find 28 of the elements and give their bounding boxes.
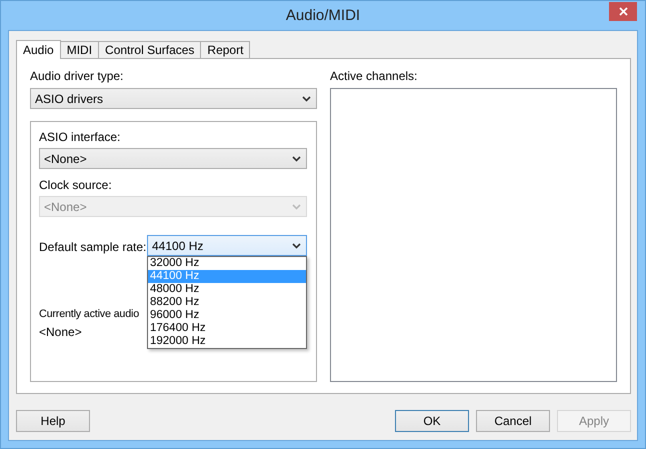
- chevron-icon: [292, 204, 301, 210]
- chevron-icon: [292, 242, 301, 248]
- dropdown-option[interactable]: 88200 Hz: [148, 296, 306, 309]
- dropdown-option[interactable]: 48000 Hz: [148, 283, 306, 296]
- sample-rate-dropdown[interactable]: 44100 Hz: [147, 235, 307, 256]
- dropdown-option[interactable]: 96000 Hz: [148, 309, 306, 322]
- field-label: ASIO interface:: [39, 130, 120, 145]
- device-value: <None>: [39, 325, 82, 340]
- dropdown-option[interactable]: 176400 Hz: [148, 322, 306, 335]
- chevron-icon: [292, 156, 301, 162]
- dialog-button[interactable]: Cancel: [476, 410, 550, 432]
- window-title: Audio/MIDI: [286, 7, 360, 24]
- tab[interactable]: Audio: [16, 40, 61, 59]
- close-icon: [618, 7, 628, 16]
- driver-type-dropdown[interactable]: ASIO drivers: [30, 88, 317, 109]
- dropdown-option[interactable]: 192000 Hz: [148, 335, 306, 348]
- chevron-icon: [302, 96, 311, 102]
- asio-interface-dropdown[interactable]: <None>: [39, 148, 307, 169]
- dialog-button[interactable]: OK: [395, 410, 469, 432]
- field-label: Default sample rate:: [39, 240, 147, 254]
- dialog-button[interactable]: Help: [16, 410, 90, 432]
- field-label: Audio driver type:: [30, 69, 124, 84]
- tab[interactable]: Report: [200, 41, 250, 58]
- dropdown-option[interactable]: 32000 Hz: [148, 257, 306, 270]
- field-label: Currently active audio: [39, 308, 140, 322]
- field-label: Clock source:: [39, 178, 112, 193]
- close-button[interactable]: [609, 2, 637, 21]
- field-label: Active channels:: [330, 69, 418, 84]
